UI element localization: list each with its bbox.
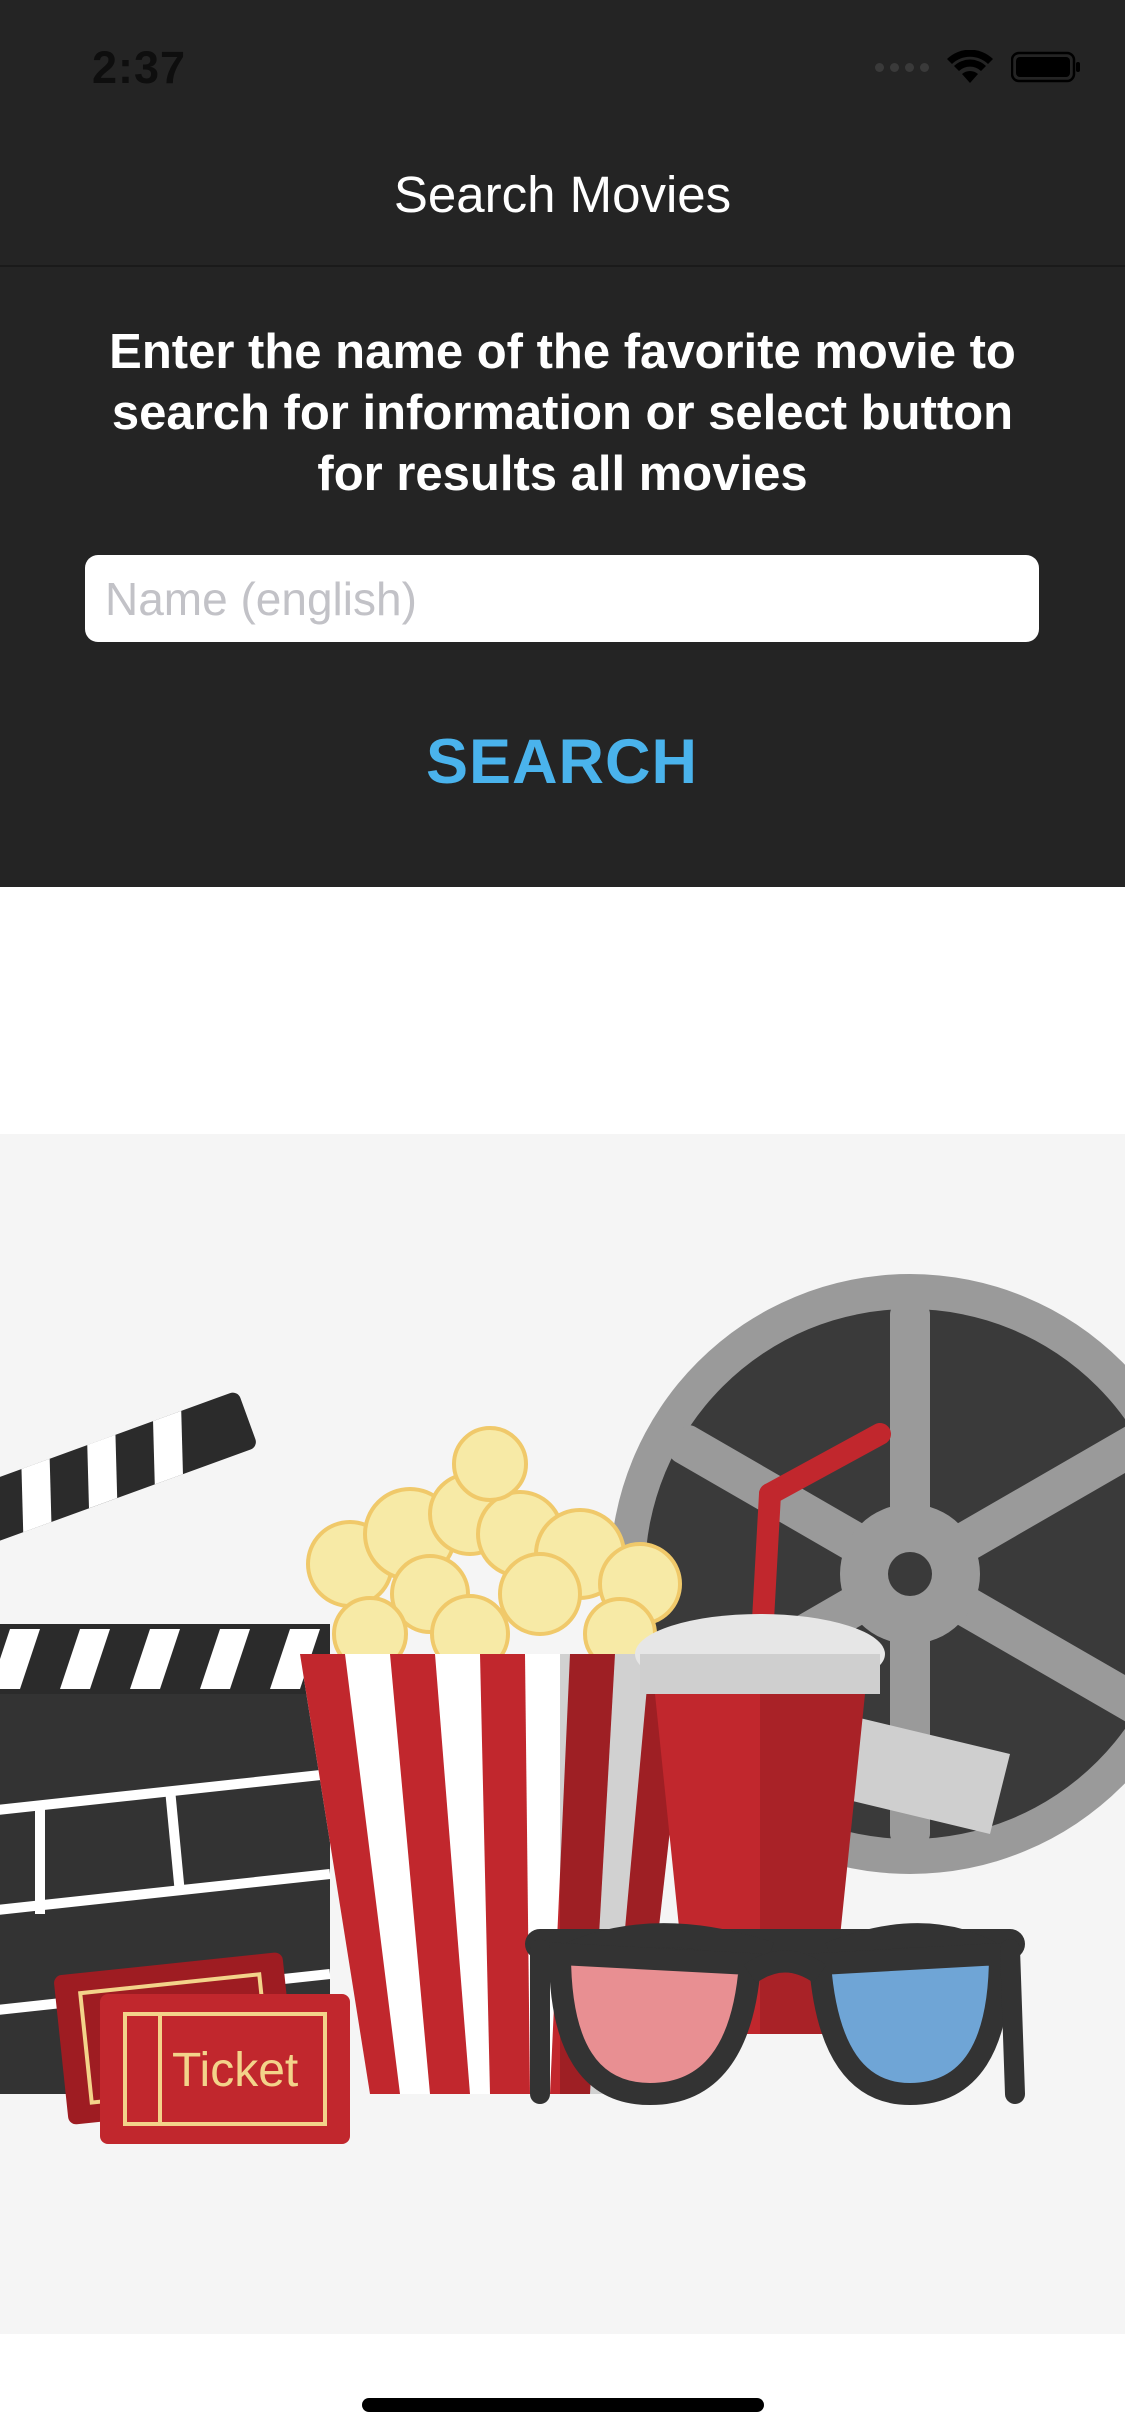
battery-icon	[1011, 51, 1080, 83]
app-screen: 2:37 Search Movies Enter the name of the…	[0, 0, 1125, 2436]
search-button[interactable]: SEARCH	[362, 717, 762, 807]
cellular-signal-icon	[875, 62, 929, 72]
status-bar: 2:37	[0, 0, 1125, 135]
home-indicator[interactable]	[362, 2398, 764, 2412]
status-time: 2:37	[92, 42, 187, 93]
search-panel: Enter the name of the favorite movie to …	[0, 267, 1125, 887]
cinema-illustration: Ticket	[0, 1134, 1125, 2334]
wifi-icon	[947, 50, 993, 83]
ticket-label: Ticket	[172, 2044, 298, 2097]
status-icons	[875, 50, 1081, 84]
page-title: Search Movies	[393, 166, 732, 223]
search-instructions: Enter the name of the favorite movie to …	[109, 325, 1016, 501]
movie-name-input[interactable]	[85, 555, 1039, 642]
navigation-bar: Search Movies	[0, 135, 1125, 267]
